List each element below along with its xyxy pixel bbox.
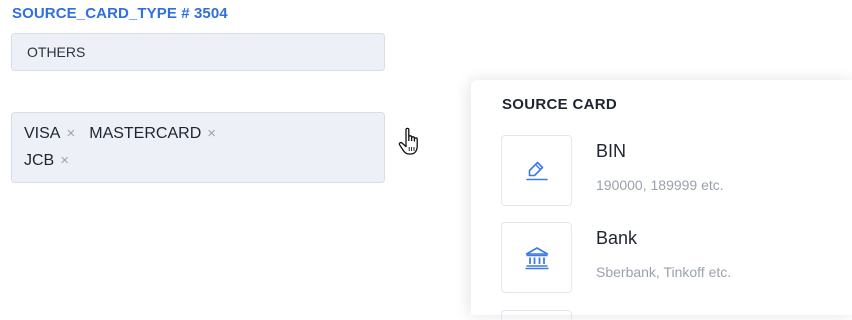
source-card-type-select[interactable]: OTHERS [11, 33, 385, 71]
chip-row: VISA × MASTERCARD × [24, 120, 372, 147]
option-icon-box [501, 135, 572, 206]
chip-label: JCB [24, 151, 55, 169]
remove-visa-icon[interactable]: × [66, 126, 75, 141]
option-name: Bank [596, 228, 638, 248]
panel-title: SOURCE CARD [502, 96, 617, 113]
chip-visa: VISA × [24, 125, 75, 143]
option-peek[interactable] [501, 310, 572, 320]
option-description: Sberbank, Tinkoff etc. [596, 264, 732, 280]
card-brands-multiselect[interactable]: VISA × MASTERCARD × JCB × [11, 112, 385, 183]
chip-label: MASTERCARD [89, 124, 202, 142]
chip-row: JCB × [24, 147, 372, 174]
remove-mastercard-icon[interactable]: × [207, 126, 216, 141]
hand-cursor-icon [398, 127, 418, 155]
bank-icon [525, 246, 548, 269]
edit-icon [525, 161, 548, 180]
option-name: BIN [596, 141, 627, 161]
chip-mastercard: MASTERCARD × [89, 125, 216, 143]
option-icon-box [501, 222, 572, 293]
field-title: SOURCE_CARD_TYPE # 3504 [12, 5, 228, 22]
remove-jcb-icon[interactable]: × [60, 153, 69, 168]
chip-jcb: JCB × [24, 152, 69, 170]
option-bin[interactable]: BIN 190000, 189999 etc. [501, 135, 841, 207]
chip-label: VISA [24, 124, 61, 142]
source-card-panel: SOURCE CARD BIN 190000, 189999 etc. Bank… [471, 80, 852, 320]
option-bank[interactable]: Bank Sberbank, Tinkoff etc. [501, 222, 841, 294]
option-description: 190000, 189999 etc. [596, 177, 724, 193]
selected-value: OTHERS [27, 44, 86, 60]
